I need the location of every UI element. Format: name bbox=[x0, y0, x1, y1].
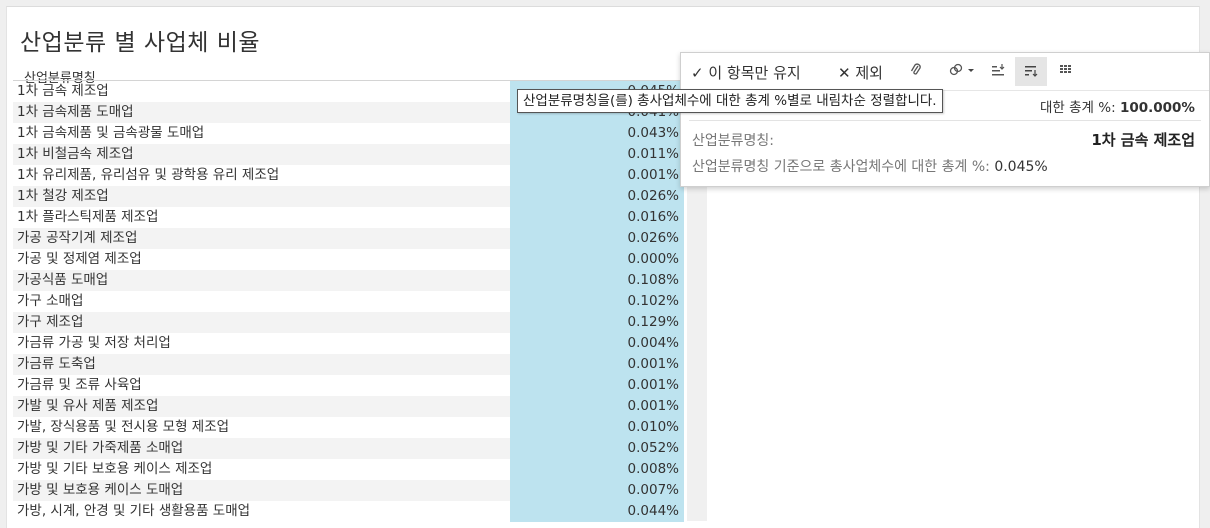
sheet-title: 산업분류 별 사업체 비율 bbox=[20, 30, 261, 56]
summary-total: 대한 총계 %: 100.000% bbox=[1040, 96, 1195, 116]
row-bar-cell[interactable]: 0.004% bbox=[510, 333, 684, 354]
row-bar-cell[interactable]: 0.001% bbox=[510, 165, 684, 186]
field-label-category: 산업분류명칭: bbox=[692, 133, 774, 149]
row-label[interactable]: 1차 금속제품 및 금속광물 도매업 bbox=[17, 123, 204, 144]
row-value: 0.010% bbox=[627, 419, 679, 435]
row-value: 0.016% bbox=[627, 209, 679, 225]
tooltip-divider bbox=[689, 120, 1201, 121]
row-label[interactable]: 가발 및 유사 제품 제조업 bbox=[17, 396, 158, 417]
row-bar-cell[interactable]: 0.102% bbox=[510, 291, 684, 312]
row-bar-cell[interactable]: 0.016% bbox=[510, 207, 684, 228]
table-row[interactable]: 가방 및 기타 가죽제품 소매업 0.052% bbox=[13, 438, 684, 459]
row-value: 0.004% bbox=[627, 335, 679, 351]
row-bar-cell[interactable]: 0.001% bbox=[510, 396, 684, 417]
table-row[interactable]: 1차 플라스틱제품 제조업 0.016% bbox=[13, 207, 684, 228]
row-bar-cell[interactable]: 0.010% bbox=[510, 417, 684, 438]
row-bar-cell[interactable]: 0.044% bbox=[510, 501, 684, 522]
row-label[interactable]: 가구 소매업 bbox=[17, 291, 83, 312]
table-row[interactable]: 가공 및 정제염 제조업 0.000% bbox=[13, 249, 684, 270]
row-value: 0.129% bbox=[627, 314, 679, 330]
table-row[interactable]: 가방, 시계, 안경 및 기타 생활용품 도매업 0.044% bbox=[13, 501, 684, 522]
row-label[interactable]: 가발, 장식용품 및 전시용 모형 제조업 bbox=[17, 417, 229, 438]
row-bar-cell[interactable]: 0.026% bbox=[510, 228, 684, 249]
field-label-percent: 산업분류명칭 기준으로 총사업체수에 대한 총계 %: 0.045% bbox=[692, 156, 1048, 176]
row-label[interactable]: 1차 플라스틱제품 제조업 bbox=[17, 207, 158, 228]
table-row[interactable]: 가금류 가공 및 저장 처리업 0.004% bbox=[13, 333, 684, 354]
summary-label: 대한 총계 %: bbox=[1040, 100, 1116, 116]
row-label[interactable]: 가구 제조업 bbox=[17, 312, 83, 333]
row-value: 0.026% bbox=[627, 188, 679, 204]
row-bar-cell[interactable]: 0.052% bbox=[510, 438, 684, 459]
row-bar-cell[interactable]: 0.001% bbox=[510, 354, 684, 375]
table-row[interactable]: 가금류 도축업 0.001% bbox=[13, 354, 684, 375]
row-label[interactable]: 1차 유리제품, 유리섬유 및 광학용 유리 제조업 bbox=[17, 165, 279, 186]
row-bar-cell[interactable]: 0.007% bbox=[510, 480, 684, 501]
row-label[interactable]: 가방, 시계, 안경 및 기타 생활용품 도매업 bbox=[17, 501, 250, 522]
table-row[interactable]: 가발, 장식용품 및 전시용 모형 제조업 0.010% bbox=[13, 417, 684, 438]
row-value: 0.001% bbox=[627, 356, 679, 372]
table-row[interactable]: 1차 비철금속 제조업 0.011% bbox=[13, 144, 684, 165]
row-value: 0.102% bbox=[627, 293, 679, 309]
row-value: 0.052% bbox=[627, 440, 679, 456]
view-data-icon[interactable] bbox=[1059, 63, 1073, 79]
row-label[interactable]: 가방 및 기타 가죽제품 소매업 bbox=[17, 438, 183, 459]
tooltip-toolbar: ✓ 이 항목만 유지 ✕ 제외 bbox=[681, 53, 1209, 91]
table-row[interactable]: 가공 공작기계 제조업 0.026% bbox=[13, 228, 684, 249]
row-bar-cell[interactable]: 0.011% bbox=[510, 144, 684, 165]
tooltip-panel: ✓ 이 항목만 유지 ✕ 제외 대한 총계 %: 100.000% 산업분류명칭… bbox=[680, 52, 1210, 187]
row-value: 0.001% bbox=[627, 167, 679, 183]
row-value: 0.001% bbox=[627, 398, 679, 414]
row-bar-cell[interactable]: 0.043% bbox=[510, 123, 684, 144]
row-value: 0.043% bbox=[627, 125, 679, 141]
row-value: 0.011% bbox=[627, 146, 679, 162]
table-row[interactable]: 1차 유리제품, 유리섬유 및 광학용 유리 제조업 0.001% bbox=[13, 165, 684, 186]
table-row[interactable]: 가공식품 도매업 0.108% bbox=[13, 270, 684, 291]
row-value: 0.108% bbox=[627, 272, 679, 288]
attach-icon[interactable] bbox=[910, 63, 922, 81]
row-label[interactable]: 가금류 및 조류 사육업 bbox=[17, 375, 142, 396]
data-table: 1차 금속 제조업0.045%1차 금속제품 도매업0.041%1차 금속제품 … bbox=[13, 81, 684, 522]
row-label[interactable]: 1차 철강 제조업 bbox=[17, 186, 109, 207]
row-label[interactable]: 가방 및 보호용 케이스 도매업 bbox=[17, 480, 183, 501]
table-row[interactable]: 가금류 및 조류 사육업 0.001% bbox=[13, 375, 684, 396]
field-value-category: 1차 금속 제조업 bbox=[1091, 131, 1195, 149]
row-label[interactable]: 가금류 도축업 bbox=[17, 354, 96, 375]
keep-only-button[interactable]: ✓ 이 항목만 유지 bbox=[691, 62, 801, 83]
table-row[interactable]: 가구 제조업 0.129% bbox=[13, 312, 684, 333]
row-bar-cell[interactable]: 0.008% bbox=[510, 459, 684, 480]
row-label[interactable]: 1차 금속제품 도매업 bbox=[17, 102, 134, 123]
row-value: 0.008% bbox=[627, 461, 679, 477]
table-row[interactable]: 가구 소매업 0.102% bbox=[13, 291, 684, 312]
row-label[interactable]: 1차 비철금속 제조업 bbox=[17, 144, 134, 165]
exclude-button[interactable]: ✕ 제외 bbox=[838, 62, 883, 83]
table-row[interactable]: 가발 및 유사 제품 제조업 0.001% bbox=[13, 396, 684, 417]
sort-hint-tooltip: 산업분류명칭을(를) 총사업체수에 대한 총계 %별로 내림차순 정렬합니다. bbox=[517, 89, 943, 113]
row-label[interactable]: 가공 및 정제염 제조업 bbox=[17, 249, 142, 270]
table-row[interactable]: 1차 철강 제조업 0.026% bbox=[13, 186, 684, 207]
row-bar-cell[interactable]: 0.000% bbox=[510, 249, 684, 270]
summary-value: 100.000% bbox=[1119, 100, 1195, 116]
row-bar-cell[interactable]: 0.108% bbox=[510, 270, 684, 291]
row-label[interactable]: 가공 공작기계 제조업 bbox=[17, 228, 137, 249]
row-value: 0.001% bbox=[627, 377, 679, 393]
table-row[interactable]: 가방 및 기타 보호용 케이스 제조업 0.008% bbox=[13, 459, 684, 480]
sort-ascending-icon[interactable] bbox=[991, 63, 1005, 81]
row-label[interactable]: 가방 및 기타 보호용 케이스 제조업 bbox=[17, 459, 212, 480]
percent-label-text: 산업분류명칭 기준으로 총사업체수에 대한 총계 %: bbox=[692, 159, 990, 175]
sort-descending-icon[interactable] bbox=[1024, 63, 1038, 81]
field-value-percent: 0.045% bbox=[994, 159, 1048, 175]
row-value: 0.026% bbox=[627, 230, 679, 246]
table-row[interactable]: 1차 금속제품 및 금속광물 도매업 0.043% bbox=[13, 123, 684, 144]
row-bar-cell[interactable]: 0.129% bbox=[510, 312, 684, 333]
link-dropdown-icon[interactable] bbox=[949, 63, 977, 81]
table-row[interactable]: 가방 및 보호용 케이스 도매업 0.007% bbox=[13, 480, 684, 501]
row-label[interactable]: 1차 금속 제조업 bbox=[17, 81, 109, 102]
row-value: 0.044% bbox=[627, 503, 679, 519]
row-value: 0.007% bbox=[627, 482, 679, 498]
row-bar-cell[interactable]: 0.001% bbox=[510, 375, 684, 396]
row-value: 0.000% bbox=[627, 251, 679, 267]
row-label[interactable]: 가금류 가공 및 저장 처리업 bbox=[17, 333, 171, 354]
row-bar-cell[interactable]: 0.026% bbox=[510, 186, 684, 207]
row-label[interactable]: 가공식품 도매업 bbox=[17, 270, 108, 291]
